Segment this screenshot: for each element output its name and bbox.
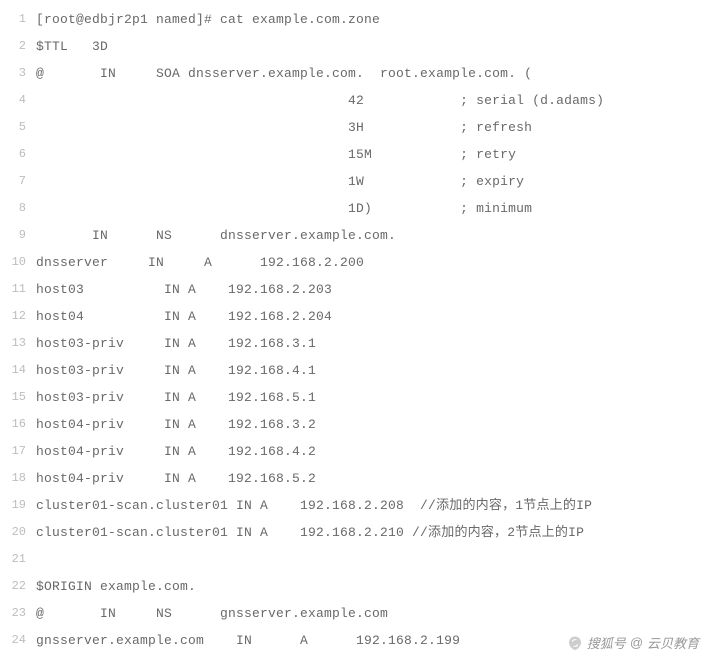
line-number: 4 [0, 87, 36, 114]
code-line: 6 15M ; retry [0, 141, 713, 168]
code-text: @ IN NS gnsserver.example.com [36, 600, 713, 627]
code-line: 8 1D) ; minimum [0, 195, 713, 222]
line-number: 11 [0, 276, 36, 303]
line-number: 15 [0, 384, 36, 411]
code-text: cluster01-scan.cluster01 IN A 192.168.2.… [36, 492, 713, 519]
line-number: 14 [0, 357, 36, 384]
watermark-label: 搜狐号 [587, 633, 626, 652]
code-text: host04-priv IN A 192.168.5.2 [36, 465, 713, 492]
line-number: 18 [0, 465, 36, 492]
line-number: 10 [0, 249, 36, 276]
line-number: 23 [0, 600, 36, 627]
code-line: 14host03-priv IN A 192.168.4.1 [0, 357, 713, 384]
code-line: 13host03-priv IN A 192.168.3.1 [0, 330, 713, 357]
line-number: 7 [0, 168, 36, 195]
code-text: host03-priv IN A 192.168.4.1 [36, 357, 713, 384]
code-line: 22$ORIGIN example.com. [0, 573, 713, 600]
code-text: cluster01-scan.cluster01 IN A 192.168.2.… [36, 519, 713, 546]
code-text: dnsserver IN A 192.168.2.200 [36, 249, 713, 276]
code-line: 12host04 IN A 192.168.2.204 [0, 303, 713, 330]
code-text: $TTL 3D [36, 33, 713, 60]
line-number: 1 [0, 6, 36, 33]
line-number: 22 [0, 573, 36, 600]
code-line: 23@ IN NS gnsserver.example.com [0, 600, 713, 627]
code-text: IN NS dnsserver.example.com. [36, 222, 713, 249]
line-number: 8 [0, 195, 36, 222]
code-text: 3H ; refresh [36, 114, 713, 141]
code-text: $ORIGIN example.com. [36, 573, 713, 600]
code-line: 18host04-priv IN A 192.168.5.2 [0, 465, 713, 492]
code-line: 7 1W ; expiry [0, 168, 713, 195]
line-number: 16 [0, 411, 36, 438]
line-number: 9 [0, 222, 36, 249]
line-number: 17 [0, 438, 36, 465]
code-line: 5 3H ; refresh [0, 114, 713, 141]
code-text: host03 IN A 192.168.2.203 [36, 276, 713, 303]
watermark-name: 云贝教育 [647, 633, 699, 652]
line-number: 24 [0, 627, 36, 654]
line-number: 21 [0, 546, 36, 573]
code-block: 1[root@edbjr2p1 named]# cat example.com.… [0, 0, 713, 654]
code-line: 15host03-priv IN A 192.168.5.1 [0, 384, 713, 411]
line-number: 12 [0, 303, 36, 330]
sohu-logo-icon [567, 635, 583, 651]
watermark-at: @ [630, 635, 643, 650]
line-number: 3 [0, 60, 36, 87]
code-line: 17host04-priv IN A 192.168.4.2 [0, 438, 713, 465]
code-line: 21 [0, 546, 713, 573]
code-line: 4 42 ; serial (d.adams) [0, 87, 713, 114]
code-line: 16host04-priv IN A 192.168.3.2 [0, 411, 713, 438]
line-number: 19 [0, 492, 36, 519]
code-line: 20cluster01-scan.cluster01 IN A 192.168.… [0, 519, 713, 546]
code-line: 10dnsserver IN A 192.168.2.200 [0, 249, 713, 276]
code-text: [root@edbjr2p1 named]# cat example.com.z… [36, 6, 713, 33]
line-number: 2 [0, 33, 36, 60]
code-line: 3@ IN SOA dnsserver.example.com. root.ex… [0, 60, 713, 87]
code-line: 11host03 IN A 192.168.2.203 [0, 276, 713, 303]
code-line: 2$TTL 3D [0, 33, 713, 60]
code-line: 9 IN NS dnsserver.example.com. [0, 222, 713, 249]
code-text: host04-priv IN A 192.168.4.2 [36, 438, 713, 465]
watermark: 搜狐号 @ 云贝教育 [567, 633, 699, 652]
code-text: host03-priv IN A 192.168.3.1 [36, 330, 713, 357]
line-number: 6 [0, 141, 36, 168]
code-text: host03-priv IN A 192.168.5.1 [36, 384, 713, 411]
code-text: host04-priv IN A 192.168.3.2 [36, 411, 713, 438]
code-text: @ IN SOA dnsserver.example.com. root.exa… [36, 60, 713, 87]
code-text: host04 IN A 192.168.2.204 [36, 303, 713, 330]
code-text: 1W ; expiry [36, 168, 713, 195]
code-line: 19cluster01-scan.cluster01 IN A 192.168.… [0, 492, 713, 519]
line-number: 13 [0, 330, 36, 357]
line-number: 20 [0, 519, 36, 546]
code-text: 1D) ; minimum [36, 195, 713, 222]
code-text: 42 ; serial (d.adams) [36, 87, 713, 114]
code-text: 15M ; retry [36, 141, 713, 168]
line-number: 5 [0, 114, 36, 141]
code-line: 1[root@edbjr2p1 named]# cat example.com.… [0, 6, 713, 33]
